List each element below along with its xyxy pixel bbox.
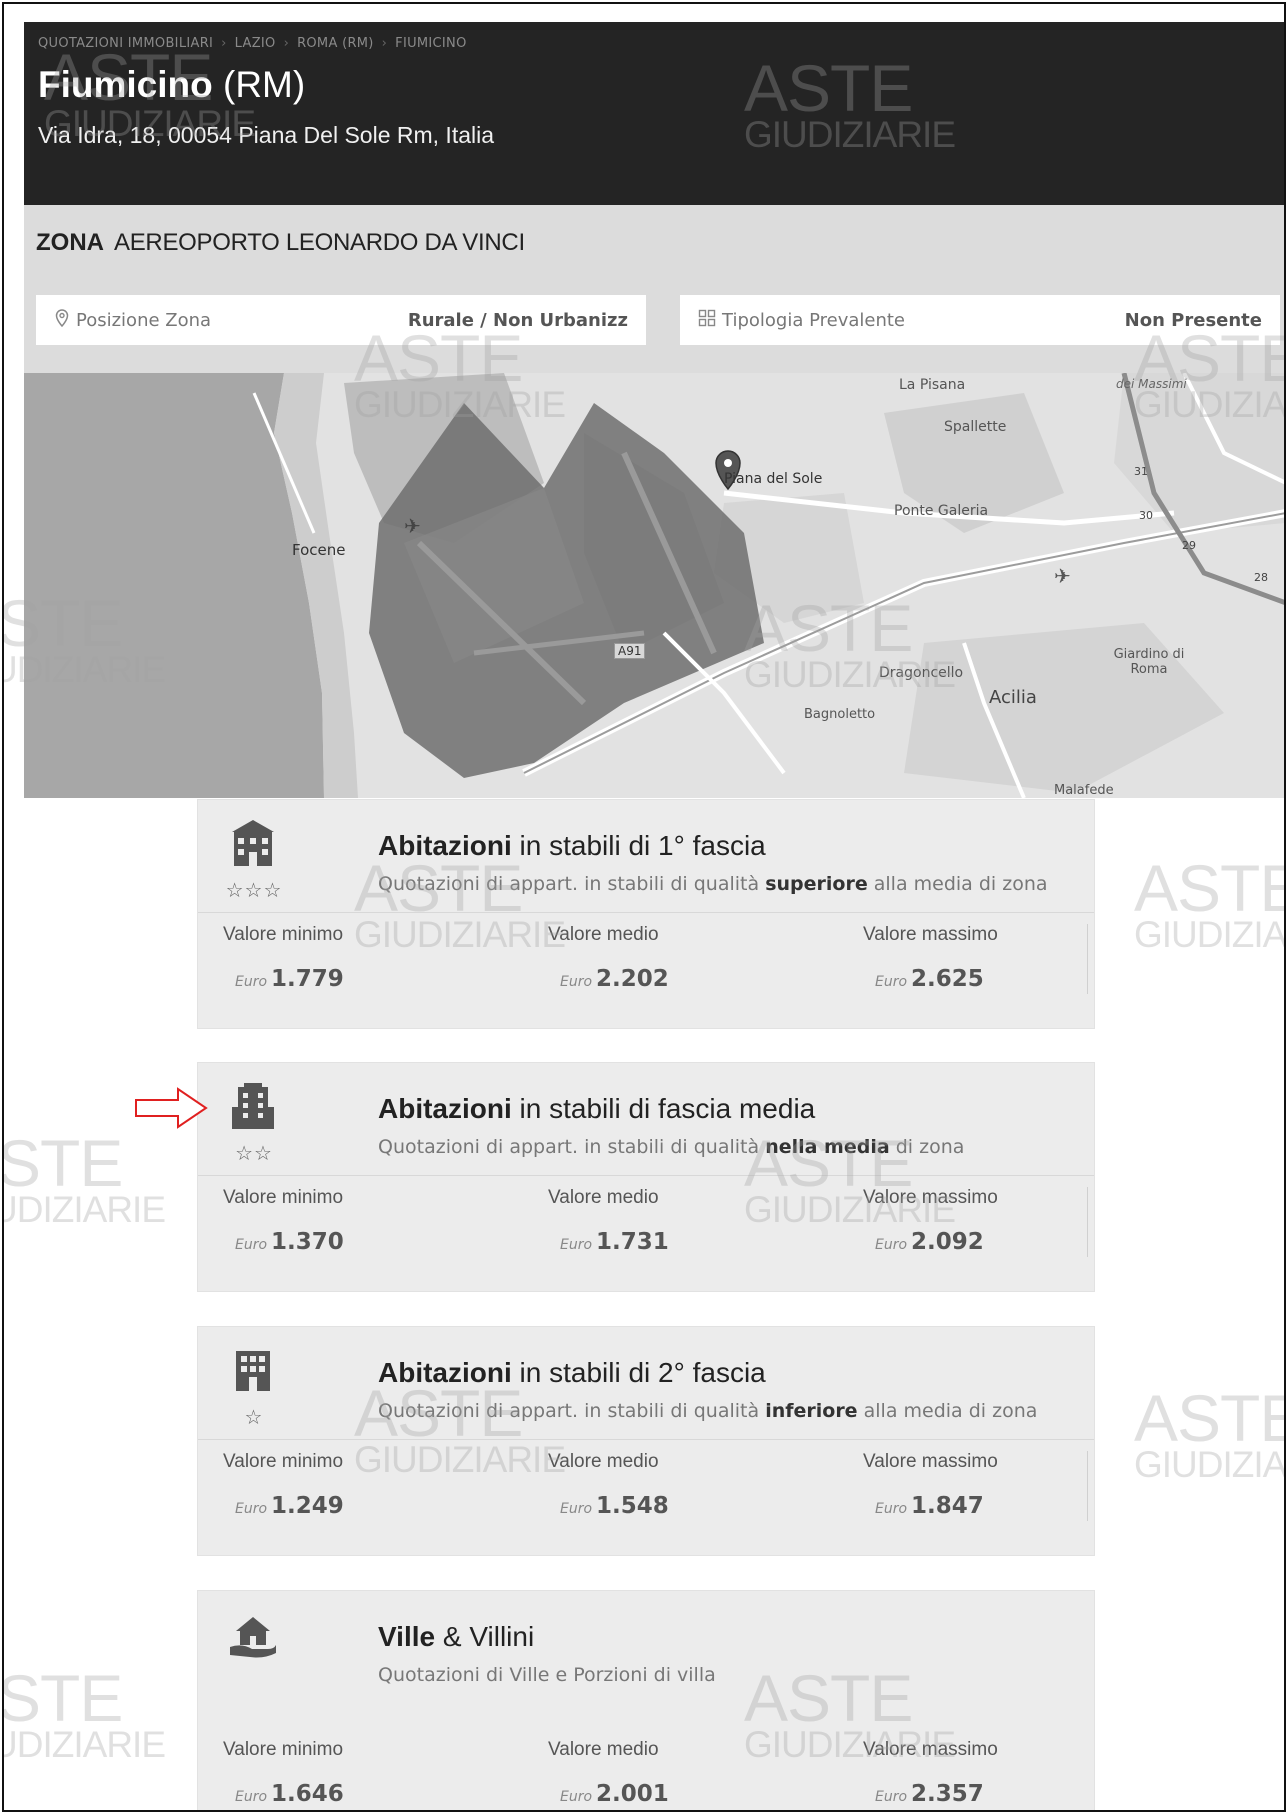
card-title: Ville & Villini — [378, 1621, 535, 1652]
posizione-label-wrap: Posizione Zona — [54, 308, 212, 332]
card-title: Abitazioni in stabili di 1° fascia — [378, 830, 766, 861]
red-arrow-icon — [135, 1087, 208, 1129]
breadcrumb-item[interactable]: FIUMICINO — [395, 36, 466, 51]
quotation-card-fascia-media: ☆☆ Abitazioni in stabili di fascia media… — [197, 1062, 1095, 1292]
valore-minimo: Valore minimo Euro 1.370 — [223, 1187, 344, 1255]
zona-section: ZONA AEREOPORTO LEONARDO DA VINCI Posizio… — [24, 205, 1284, 798]
quotation-card-1-fascia: ☆☆☆ Abitazioni in stabili di 1° fascia Q… — [197, 799, 1095, 1029]
map-canvas: ✈ ✈ — [24, 373, 1284, 798]
zona-name: AEREOPORTO LEONARDO DA VINCI — [114, 229, 525, 256]
map-label: Spallette — [944, 419, 1007, 435]
card-title: Abitazioni in stabili di fascia media — [378, 1093, 816, 1124]
card-divider — [198, 1439, 1094, 1440]
posizione-value: Rurale / Non Urbanizz — [407, 309, 628, 331]
valore-medio: Valore medio Euro 1.548 — [548, 1451, 669, 1519]
zone-map[interactable]: ✈ ✈ La Pisana Spallette Piana del Sole P… — [24, 373, 1284, 798]
quotation-card-2-fascia: ☆ Abitazioni in stabili di 2° fascia Quo… — [197, 1326, 1095, 1556]
watermark: ASTEGIUDIZIARIE — [4, 1126, 166, 1231]
map-label: Malafede — [1054, 783, 1114, 798]
city-name: Fiumicino — [38, 64, 213, 105]
tipologia-label: Tipologia Prevalente — [722, 309, 905, 331]
price-med: 2.202 — [596, 966, 669, 992]
card-vline — [1087, 1451, 1088, 1521]
valore-medio: Valore medio Euro 2.001 — [548, 1739, 669, 1807]
map-label: Ponte Galeria — [894, 503, 989, 519]
grid-icon — [698, 309, 716, 332]
watermark: ASTEGIUDIZIARIE — [1134, 851, 1286, 956]
quotation-card-ville: Ville & Villini Quotazioni di Ville e Po… — [197, 1590, 1095, 1810]
card-subtitle: Quotazioni di appart. in stabili di qual… — [378, 1400, 1038, 1422]
page-frame: QUOTAZIONI IMMOBILIARI › LAZIO › ROMA (RM)… — [2, 2, 1286, 1812]
breadcrumb-item[interactable]: LAZIO — [235, 36, 276, 51]
breadcrumb-item[interactable]: ROMA (RM) — [297, 36, 374, 51]
price-med: 2.001 — [596, 1781, 669, 1807]
villa-hand-icon — [224, 1609, 282, 1659]
valore-minimo: Valore minimo Euro 1.249 — [223, 1451, 344, 1519]
building-medium-icon — [224, 1081, 282, 1131]
valore-minimo: Valore minimo Euro 1.646 — [223, 1739, 344, 1807]
price-max: 2.357 — [911, 1781, 984, 1807]
posizione-zona-box: Posizione Zona Rurale / Non Urbanizz — [36, 295, 646, 345]
zona-label: ZONA — [36, 229, 104, 256]
valore-massimo: Valore massimo Euro 2.625 — [863, 924, 998, 992]
road-label: A91 — [614, 643, 646, 659]
tipologia-label-wrap: Tipologia Prevalente — [698, 309, 905, 332]
price-max: 2.625 — [911, 966, 984, 992]
valore-minimo: Valore minimo Euro 1.779 — [223, 924, 344, 992]
building-luxury-icon — [224, 818, 282, 868]
watermark: ASTEGIUDIZIARIE — [4, 1661, 166, 1766]
map-label: Piana del Sole — [724, 471, 823, 487]
map-label: Giardino di Roma — [1113, 647, 1185, 677]
price-max: 1.847 — [911, 1493, 984, 1519]
valore-medio: Valore medio Euro 1.731 — [548, 1187, 669, 1255]
province: (RM) — [223, 64, 306, 105]
posizione-label: Posizione Zona — [76, 309, 212, 331]
price-min: 1.646 — [271, 1781, 344, 1807]
card-vline — [1087, 1187, 1088, 1257]
card-subtitle: Quotazioni di Ville e Porzioni di villa — [378, 1664, 716, 1686]
card-subtitle: Quotazioni di appart. in stabili di qual… — [378, 873, 1048, 895]
page-title: Fiumicino (RM) — [38, 64, 305, 106]
watermark: ASTEGIUDIZIARIE — [1134, 1381, 1286, 1486]
svg-text:✈: ✈ — [1054, 564, 1071, 588]
price-max: 2.092 — [911, 1229, 984, 1255]
price-min: 1.249 — [271, 1493, 344, 1519]
breadcrumb-item[interactable]: QUOTAZIONI IMMOBILIARI — [38, 36, 213, 51]
card-vline — [1087, 924, 1088, 994]
tipologia-box: Tipologia Prevalente Non Presente — [680, 295, 1280, 345]
map-pin-icon — [54, 308, 70, 332]
valore-massimo: Valore massimo Euro 2.357 — [863, 1739, 998, 1807]
road-number: 31 — [1134, 465, 1148, 478]
map-label: Bagnoletto — [804, 707, 876, 722]
price-min: 1.779 — [271, 966, 344, 992]
map-label: Focene — [292, 541, 346, 559]
price-med: 1.731 — [596, 1229, 669, 1255]
zona-heading: ZONA AEREOPORTO LEONARDO DA VINCI — [36, 229, 525, 257]
page-header: QUOTAZIONI IMMOBILIARI › LAZIO › ROMA (RM)… — [24, 22, 1284, 205]
map-label: Acilia — [989, 687, 1037, 708]
quality-stars: ☆☆☆ — [225, 878, 283, 902]
card-subtitle: Quotazioni di appart. in stabili di qual… — [378, 1136, 965, 1158]
valore-medio: Valore medio Euro 2.202 — [548, 924, 669, 992]
address: Via Idra, 18, 00054 Piana Del Sole Rm, I… — [38, 122, 495, 148]
road-number: 29 — [1182, 539, 1196, 552]
price-med: 1.548 — [596, 1493, 669, 1519]
building-low-icon — [224, 1345, 282, 1395]
breadcrumb: QUOTAZIONI IMMOBILIARI › LAZIO › ROMA (RM)… — [38, 36, 467, 51]
map-label: Dragoncello — [879, 665, 964, 681]
quality-stars: ☆ — [244, 1405, 264, 1429]
quality-stars: ☆☆ — [235, 1141, 273, 1165]
road-number: 30 — [1139, 509, 1153, 522]
valore-massimo: Valore massimo Euro 2.092 — [863, 1187, 998, 1255]
card-title: Abitazioni in stabili di 2° fascia — [378, 1357, 766, 1388]
map-label: dei Massimi — [1116, 377, 1187, 391]
card-divider — [198, 1175, 1094, 1176]
map-label: La Pisana — [899, 377, 966, 393]
svg-text:✈: ✈ — [404, 514, 421, 538]
valore-massimo: Valore massimo Euro 1.847 — [863, 1451, 998, 1519]
road-number: 28 — [1254, 571, 1268, 584]
tipologia-value: Non Presente — [1124, 309, 1262, 331]
card-divider — [198, 912, 1094, 913]
price-min: 1.370 — [271, 1229, 344, 1255]
